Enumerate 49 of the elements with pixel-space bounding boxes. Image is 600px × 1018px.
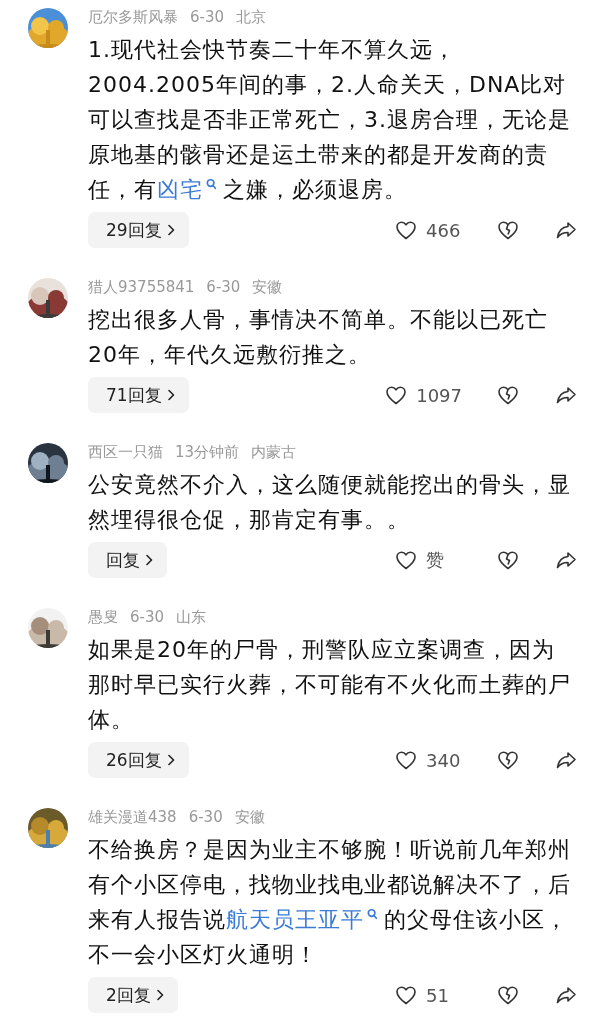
replies-button[interactable]: 回复 [88, 542, 167, 578]
comment-location: 安徽 [252, 277, 283, 298]
replies-button[interactable]: 26回复 [88, 742, 189, 778]
comment-time: 6-30 [206, 277, 241, 298]
comment-location: 山东 [176, 607, 207, 628]
heart-icon[interactable] [394, 218, 418, 242]
heart-icon[interactable] [394, 983, 418, 1007]
user-name[interactable]: 厄尔多斯风暴 [88, 6, 178, 28]
heart-icon[interactable] [394, 748, 418, 772]
chevron-icon [166, 224, 175, 236]
search-icon[interactable] [206, 178, 217, 192]
comment-location: 内蒙古 [251, 442, 297, 463]
replies-button[interactable]: 29回复 [88, 212, 189, 248]
comment-location: 北京 [236, 7, 267, 28]
chevron-icon [166, 754, 175, 766]
search-link[interactable]: 凶宅 [157, 177, 203, 202]
like-count: 51 [426, 984, 450, 1006]
broken-heart-icon[interactable] [496, 218, 520, 242]
comment-location: 安徽 [234, 807, 265, 828]
comment-text: 挖出很多人骨，事情决不简单。不能以已死亡20年，年代久远敷衍推之。 [88, 306, 549, 369]
heart-icon[interactable] [384, 383, 409, 407]
comment-time: 6-30 [130, 607, 165, 628]
comment-text: 公安竟然不介入，这么随便就能挖出的骨头，显然埋得很仓促，那肯定有事。。 [88, 471, 572, 534]
search-icon[interactable] [367, 908, 378, 922]
user-name[interactable]: 猎人93755841 [88, 276, 195, 298]
heart-icon[interactable] [394, 548, 418, 572]
broken-heart-icon[interactable] [496, 748, 520, 772]
chevron-icon [145, 554, 153, 566]
comment-text: 如果是20年的尸骨，刑警队应立案调查，因为那时早已实行火葬，不可能有不火化而土葬的尸体。 [88, 636, 572, 734]
user-name[interactable]: 雄关漫道438 [88, 806, 177, 828]
chevron-icon [155, 989, 164, 1001]
comment-time: 6-30 [190, 7, 225, 28]
broken-heart-icon[interactable] [496, 983, 520, 1007]
replies-button[interactable]: 71回复 [88, 377, 189, 413]
comment-text: 1.现代社会快节奏二十年不算久远，2004.2005年间的事，2.人命关天，DNA比对可以查找是否非正常死亡，3.退房合理，无论是原地基的骸骨还是运土带来的都是开发商的责任，有凶宅 之嫌，必须退房。 [88, 36, 572, 204]
user-name[interactable]: 愚叟 [88, 606, 118, 628]
replies-button[interactable]: 2回复 [88, 977, 178, 1013]
user-name[interactable]: 西区一只猫 [88, 441, 163, 463]
like-count: 466 [426, 219, 462, 241]
like-count: 340 [426, 749, 462, 771]
comment-text: 不给换房？是因为业主不够腕！听说前几年郑州有个小区停电，找物业找电业都说解决不了，后来有人报告说航天员王亚平 的父母住该小区，不一会小区灯火通明！ [88, 836, 572, 969]
like-count: 赞 [426, 548, 445, 572]
comment-time: 6-30 [188, 807, 223, 828]
comment-time: 13分钟前 [175, 442, 240, 463]
search-link[interactable]: 航天员王亚平 [226, 907, 364, 932]
broken-heart-icon[interactable] [496, 383, 520, 407]
like-count: 1097 [416, 384, 462, 406]
broken-heart-icon[interactable] [496, 548, 520, 572]
chevron-icon [166, 389, 175, 401]
